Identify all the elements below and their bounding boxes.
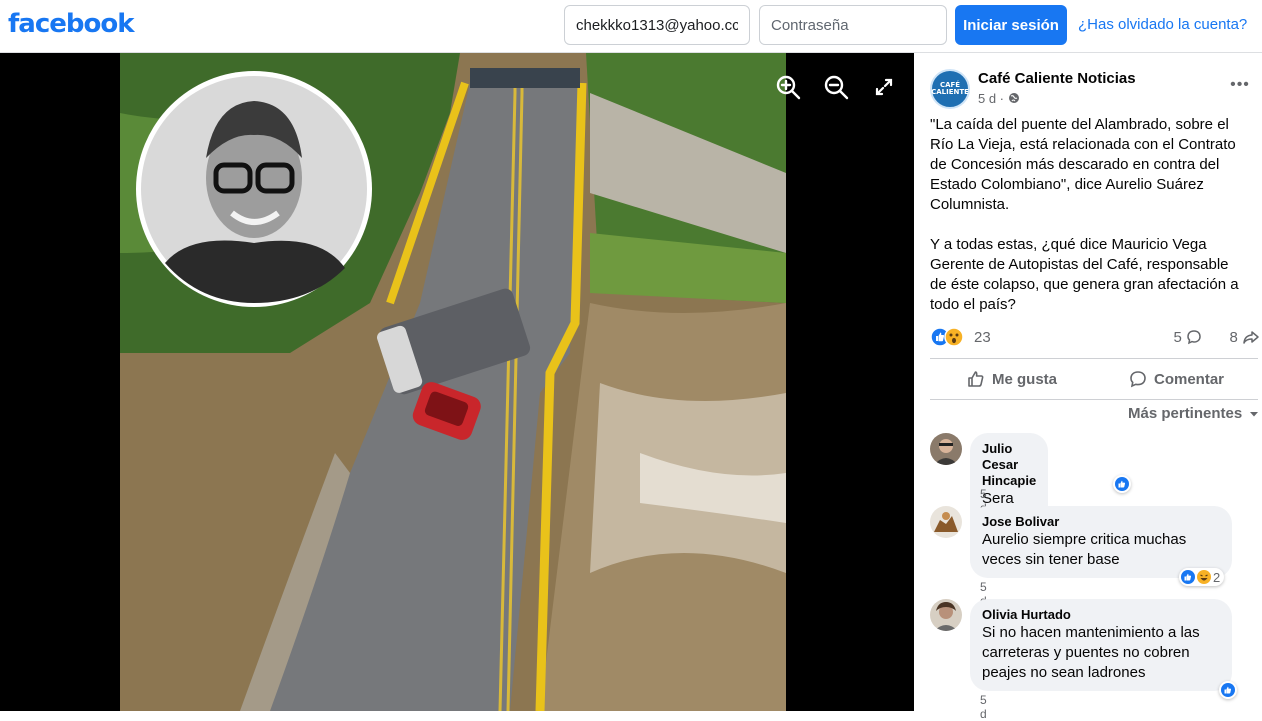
comment-count-number: 5 — [1173, 329, 1182, 346]
comment-text: Aurelio siempre critica muchas veces sin… — [982, 531, 1187, 568]
reaction-count[interactable]: 23 — [974, 329, 991, 346]
haha-reaction-icon — [1197, 570, 1211, 584]
comment-reactions[interactable] — [1113, 475, 1131, 493]
reaction-icons[interactable] — [930, 327, 970, 347]
divider — [930, 358, 1258, 359]
sort-label: Más pertinentes — [1128, 405, 1243, 422]
post-time[interactable]: 5 d · — [978, 91, 1004, 106]
comment-bubble: Olivia Hurtado Si no hacen mantenimiento… — [970, 599, 1232, 691]
avatar[interactable] — [930, 599, 962, 631]
comment-author[interactable]: Olivia Hurtado — [982, 607, 1220, 623]
avatar-text-caliente: CALIENTE — [931, 88, 969, 96]
avatar[interactable] — [930, 506, 962, 538]
post-meta: 5 d · — [978, 91, 1020, 106]
comment-reaction-count: 2 — [1213, 569, 1221, 585]
page-name[interactable]: Café Caliente Noticias — [978, 70, 1136, 87]
share-count[interactable]: 8 — [1229, 329, 1260, 346]
login-button[interactable]: Iniciar sesión — [955, 5, 1067, 45]
zoom-in-icon[interactable] — [774, 73, 802, 101]
divider — [930, 399, 1258, 400]
comment-reactions[interactable] — [1219, 681, 1237, 699]
comment-button[interactable]: Comentar — [1128, 364, 1224, 394]
page-avatar[interactable]: CAFÉ CALIENTE — [930, 69, 970, 109]
comment-author[interactable]: Jose Bolivar — [982, 514, 1220, 530]
zoom-out-icon[interactable] — [822, 73, 850, 101]
comment-icon — [1130, 371, 1146, 388]
comment-count[interactable]: 5 — [1173, 329, 1202, 346]
share-icon — [1243, 331, 1259, 344]
like-label: Me gusta — [992, 370, 1058, 388]
post-panel: CAFÉ CALIENTE Café Caliente Noticias 5 d… — [914, 53, 1262, 721]
post-photo[interactable] — [120, 53, 786, 711]
like-button[interactable]: Me gusta — [966, 364, 1057, 394]
comment-author[interactable]: Julio Cesar Hincapie — [982, 441, 1036, 489]
post-text: "La caída del puente del Alambrado, sobr… — [930, 116, 1239, 313]
forgot-account-link[interactable]: ¿Has olvidado la cuenta? — [1078, 16, 1247, 33]
facebook-logo[interactable]: facebook — [8, 9, 135, 39]
photo-viewer — [0, 53, 914, 711]
email-field[interactable] — [564, 5, 750, 45]
like-reaction-icon — [1115, 477, 1129, 491]
top-bar: facebook Iniciar sesión ¿Has olvidado la… — [0, 0, 1262, 53]
like-reaction-icon — [1221, 683, 1235, 697]
globe-icon — [1008, 93, 1019, 103]
like-reaction-icon — [1181, 570, 1195, 584]
sort-dropdown[interactable]: Más pertinentes — [1128, 405, 1260, 422]
reactions-row: 23 5 8 — [930, 325, 1260, 349]
comment-label: Comentar — [1154, 370, 1225, 388]
avatar[interactable] — [930, 433, 962, 465]
chevron-down-icon — [1250, 411, 1259, 416]
comment-text: Si no hacen mantenimiento a las carreter… — [982, 624, 1200, 681]
password-field[interactable] — [759, 5, 947, 45]
fullscreen-icon[interactable] — [870, 73, 898, 101]
share-count-number: 8 — [1229, 329, 1238, 346]
comment-time[interactable]: 5 d — [980, 693, 987, 721]
more-options-icon[interactable]: ••• — [1228, 77, 1252, 93]
thumbs-up-icon — [968, 371, 984, 387]
comment-bubble-icon — [1187, 330, 1201, 345]
comment-reactions[interactable]: 2 — [1179, 568, 1225, 586]
